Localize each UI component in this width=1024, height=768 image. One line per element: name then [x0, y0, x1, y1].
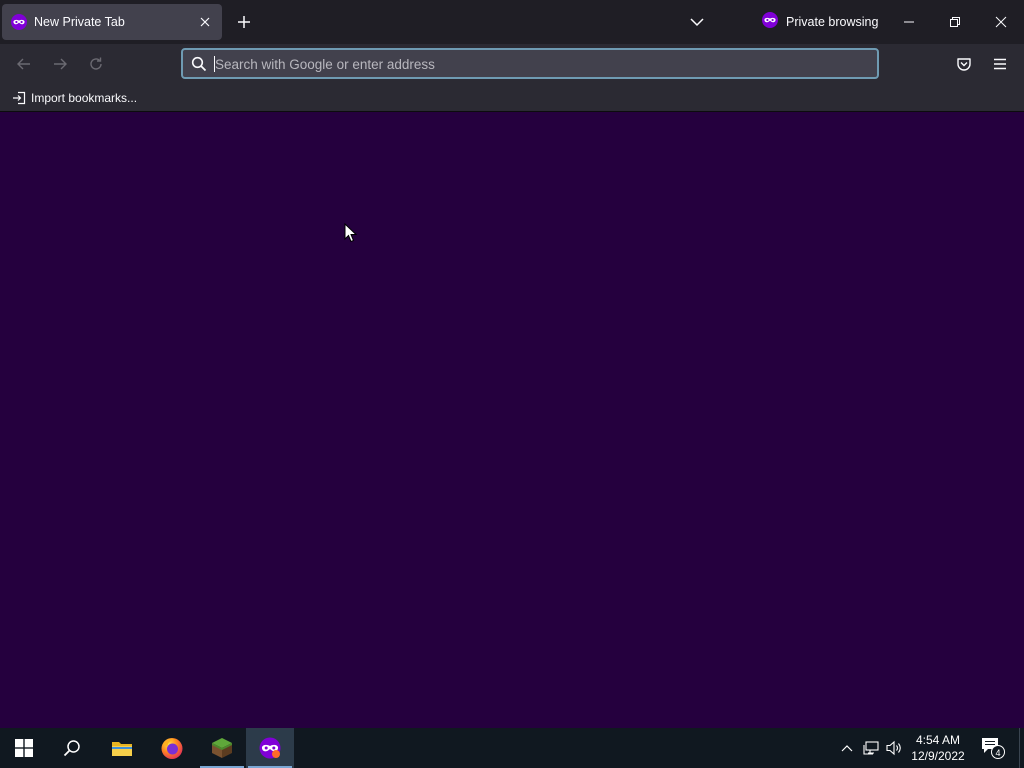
volume-icon[interactable]: [886, 739, 904, 757]
firefox-button[interactable]: [148, 728, 196, 768]
private-tab-content[interactable]: [0, 112, 1024, 728]
taskbar-search-button[interactable]: [48, 728, 96, 768]
new-tab-plus-icon[interactable]: [233, 11, 255, 33]
restore-button[interactable]: [932, 0, 978, 44]
minimize-button[interactable]: [886, 0, 932, 44]
private-mask-icon: [11, 14, 27, 30]
tab-new-private-tab[interactable]: New Private Tab: [2, 4, 222, 40]
notification-count-badge: 4: [991, 745, 1005, 759]
forward-arrow-icon: [54, 58, 67, 70]
close-tab-icon[interactable]: [196, 13, 214, 31]
bookmarks-toolbar: Import bookmarks...: [0, 84, 1024, 112]
windows-logo-icon: [15, 739, 33, 757]
close-icon: [995, 16, 1007, 28]
list-all-tabs-chevron-icon[interactable]: [686, 11, 708, 33]
desktop: New Private Tab Private browsing Search …: [0, 0, 1024, 768]
minimize-icon: [904, 21, 914, 23]
pocket-button[interactable]: [952, 52, 976, 76]
close-window-button[interactable]: [978, 0, 1024, 44]
clock-date: 12/9/2022: [911, 749, 965, 763]
taskbar: 4:54 AM 12/9/2022 4: [0, 728, 1024, 768]
tab-strip: New Private Tab Private browsing: [0, 0, 1024, 44]
forward-button[interactable]: [48, 52, 72, 76]
back-arrow-icon: [17, 58, 30, 70]
pocket-icon: [957, 58, 971, 71]
file-explorer-button[interactable]: [98, 728, 146, 768]
navigation-toolbar: [0, 44, 1024, 84]
private-browsing-label: Private browsing: [786, 15, 879, 29]
search-icon: [191, 56, 207, 72]
import-icon: [13, 91, 26, 105]
text-caret: [214, 56, 215, 72]
hamburger-menu-icon: [994, 58, 1006, 70]
reload-icon: [90, 57, 102, 70]
mouse-pointer-icon: [344, 222, 358, 243]
show-desktop-button[interactable]: [1019, 728, 1024, 768]
private-mask-icon: [762, 11, 778, 33]
private-browsing-indicator: Private browsing: [762, 11, 879, 33]
back-button[interactable]: [12, 52, 36, 76]
address-input[interactable]: [215, 54, 855, 74]
system-clock[interactable]: 4:54 AM 12/9/2022: [906, 732, 970, 764]
start-button[interactable]: [0, 728, 48, 768]
restore-icon: [950, 17, 960, 27]
folder-icon: [112, 742, 132, 756]
import-bookmarks-label: Import bookmarks...: [31, 91, 138, 105]
minecraft-block-icon: [212, 738, 232, 758]
action-center-button[interactable]: 4: [980, 736, 1006, 760]
tab-title: New Private Tab: [34, 15, 125, 29]
network-icon[interactable]: [862, 739, 880, 757]
reload-button[interactable]: [84, 52, 108, 76]
firefox-icon: [161, 738, 183, 759]
search-icon: [63, 740, 80, 757]
show-hidden-icons-chevron-icon[interactable]: [838, 739, 856, 757]
clock-time: 4:54 AM: [915, 733, 961, 747]
app-menu-button[interactable]: [988, 52, 1012, 76]
firefox-private-icon: [259, 737, 281, 759]
import-bookmarks-button[interactable]: Import bookmarks...: [12, 90, 137, 106]
minecraft-button[interactable]: [198, 728, 246, 768]
address-bar[interactable]: [181, 48, 879, 79]
firefox-private-button[interactable]: [246, 728, 294, 768]
